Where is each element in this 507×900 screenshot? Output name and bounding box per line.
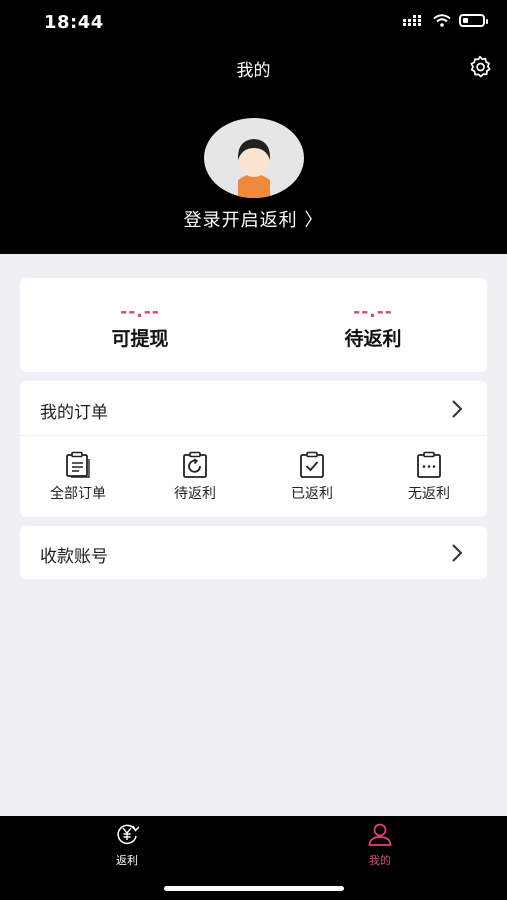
orders-row[interactable]: 我的订单 [20, 381, 487, 435]
clipboard-refresh-icon [183, 451, 207, 478]
wifi-icon [433, 14, 451, 27]
home-indicator [164, 886, 344, 891]
order-rebated[interactable]: 已返利 [267, 451, 357, 503]
status-icons [403, 14, 488, 27]
order-no-rebate-label: 无返利 [408, 486, 450, 502]
avatar[interactable] [204, 118, 304, 198]
chevron-right-icon [452, 400, 463, 418]
orders-title: 我的订单 [40, 403, 108, 423]
status-time: 18:44 [44, 12, 104, 33]
pending-value: --.-- [353, 302, 393, 322]
gear-icon[interactable] [467, 54, 493, 80]
orders-card: 我的订单 全部订单 待返利 已返利 无返利 [20, 381, 487, 517]
clipboard-dots-icon [417, 451, 441, 478]
rebate-icon [117, 824, 140, 845]
login-link[interactable]: 登录开启返利 〉 [0, 206, 507, 232]
withdrawable-value: --.-- [120, 302, 160, 322]
order-rebated-label: 已返利 [291, 486, 333, 502]
tab-rebate-label: 返利 [116, 854, 138, 867]
tab-mine-label: 我的 [369, 854, 391, 867]
chevron-right-icon [452, 544, 463, 562]
balance-card: --.-- 可提现 --.-- 待返利 [20, 278, 487, 372]
profile-header: 18:44 我的 登录开启返利 〉 [0, 0, 507, 254]
user-icon [368, 823, 392, 846]
order-pending-label: 待返利 [174, 486, 216, 502]
battery-icon [459, 14, 488, 27]
order-all-label: 全部订单 [50, 486, 106, 502]
tab-mine[interactable]: 我的 [350, 822, 410, 868]
clipboard-check-icon [300, 451, 324, 478]
page-title: 我的 [236, 61, 271, 81]
order-all[interactable]: 全部订单 [33, 451, 123, 503]
clipboard-list-icon [66, 451, 90, 478]
account-row[interactable]: 收款账号 [20, 526, 487, 579]
divider [20, 435, 487, 436]
signal-icon [403, 14, 421, 26]
pending-label[interactable]: 待返利 [303, 324, 443, 351]
tab-rebate[interactable]: 返利 [97, 822, 157, 868]
order-no-rebate[interactable]: 无返利 [384, 451, 474, 503]
order-pending[interactable]: 待返利 [150, 451, 240, 503]
withdrawable-label[interactable]: 可提现 [70, 324, 210, 351]
account-title: 收款账号 [40, 547, 108, 567]
